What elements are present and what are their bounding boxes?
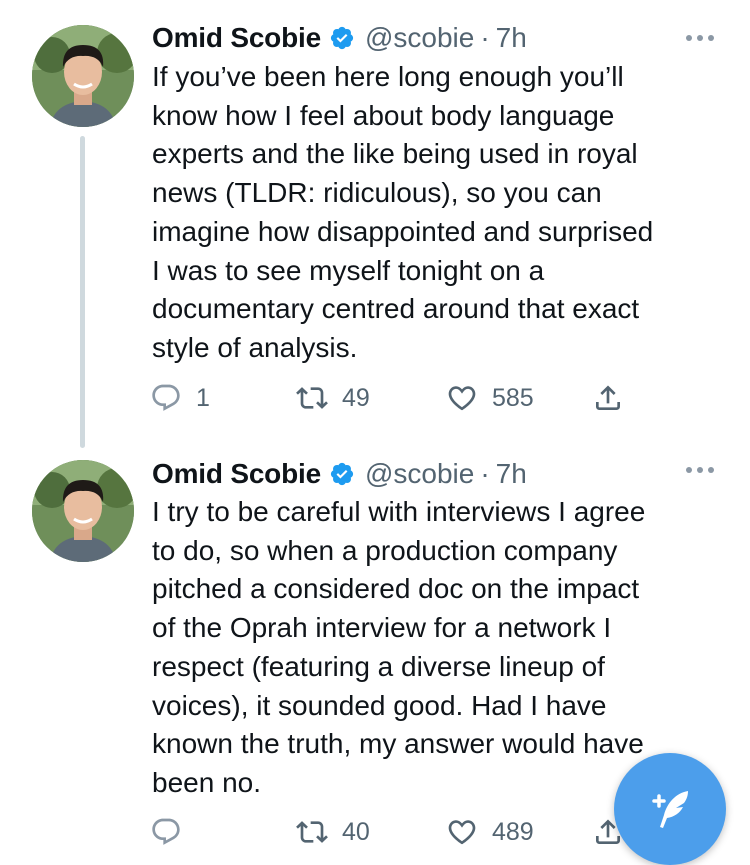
- tweet-actions: 40 489: [150, 812, 630, 852]
- tweet-text: If you’ve been here long enough you’ll k…: [152, 61, 654, 363]
- compose-tweet-icon: [652, 791, 688, 828]
- display-name[interactable]: Omid Scobie: [152, 458, 321, 490]
- handle[interactable]: @scobie: [365, 22, 474, 54]
- tweet[interactable]: Omid Scobie @scobie · 7h If you’ve been …: [0, 0, 750, 448]
- tweet-actions: 1 49 585: [150, 378, 630, 418]
- retweet-button[interactable]: 49: [296, 378, 370, 418]
- more-icon[interactable]: [686, 465, 714, 475]
- like-count: 489: [492, 817, 534, 846]
- handle[interactable]: @scobie: [365, 458, 474, 490]
- compose-tweet-button[interactable]: [614, 753, 726, 865]
- separator: ·: [480, 458, 490, 489]
- timestamp[interactable]: 7h: [496, 458, 527, 490]
- tweet-header: Omid Scobie @scobie · 7h: [152, 20, 527, 56]
- tweet-header: Omid Scobie @scobie · 7h: [152, 456, 527, 492]
- like-count: 585: [492, 383, 534, 412]
- like-button[interactable]: 489: [446, 812, 534, 852]
- reply-icon: [152, 384, 180, 411]
- retweet-button[interactable]: 40: [296, 812, 370, 852]
- share-button[interactable]: [592, 378, 624, 418]
- avatar[interactable]: [32, 460, 134, 562]
- timestamp[interactable]: 7h: [496, 22, 527, 54]
- retweet-count: 49: [342, 383, 370, 412]
- retweet-icon: [296, 821, 328, 843]
- separator: ·: [480, 22, 490, 53]
- retweet-count: 40: [342, 817, 370, 846]
- tweet-text: I try to be careful with interviews I ag…: [152, 496, 646, 798]
- reply-icon: [152, 818, 180, 845]
- share-icon: [596, 385, 620, 410]
- heart-icon: [448, 386, 476, 411]
- reply-button[interactable]: 1: [150, 378, 210, 418]
- thread-line: [80, 136, 85, 448]
- display-name[interactable]: Omid Scobie: [152, 22, 321, 54]
- verified-badge-icon: [330, 462, 354, 486]
- more-icon[interactable]: [686, 33, 714, 43]
- retweet-icon: [296, 387, 328, 409]
- avatar[interactable]: [32, 25, 134, 127]
- like-button[interactable]: 585: [446, 378, 534, 418]
- heart-icon: [448, 820, 476, 845]
- verified-badge-icon: [330, 26, 354, 50]
- reply-button[interactable]: [150, 812, 196, 852]
- reply-count: 1: [196, 383, 210, 412]
